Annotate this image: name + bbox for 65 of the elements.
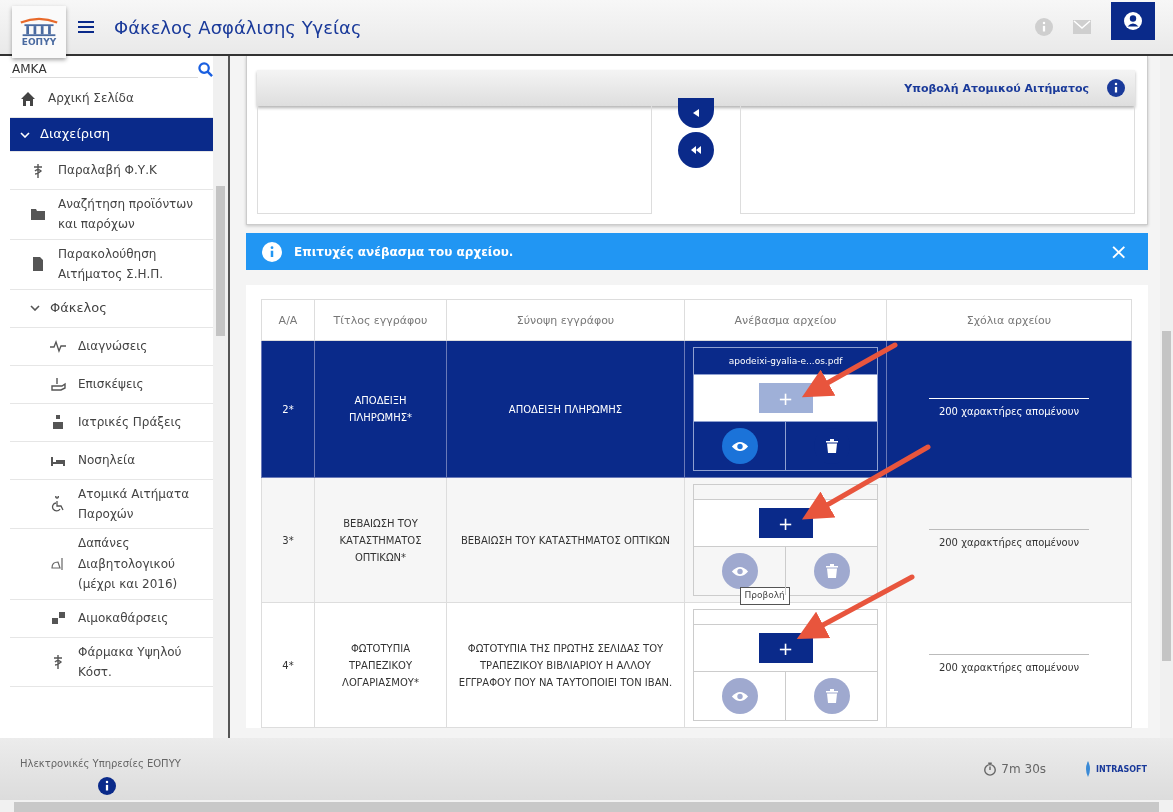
eye-icon (730, 440, 749, 452)
column-header: Τίτλος εγγράφου (314, 299, 447, 341)
move-all-left-button[interactable] (678, 132, 714, 168)
trash-icon (825, 689, 838, 703)
wheelchair-icon (50, 495, 66, 512)
table-row[interactable]: 3* ΒΕΒΑΙΩΣΗ ΤΟΥ ΚΑΤΑΣΤΗΜΑΤΟΣ ΟΠΤΙΚΩΝ* ΒΕΒΑΙΩΣΗ ΤΟΥ ΚΑΤΑΣΤΗΜΑΤΟΣ ΟΠΤΙΚΩΝ + Προβολή 200 χαρακτήρες απομένουν (261, 477, 1132, 603)
info-icon (262, 241, 282, 262)
view-button[interactable] (721, 428, 758, 464)
table-cell: 4* (261, 602, 315, 728)
add-file-button[interactable]: + (758, 633, 813, 663)
add-file-button[interactable]: + (758, 508, 813, 538)
column-header: Ανέβασμα αρχείου (684, 299, 887, 341)
move-left-button[interactable] (678, 98, 714, 128)
horizontal-scrollbar[interactable] (14, 802, 1159, 812)
table-cell: ΒΕΒΑΙΩΣΗ ΤΟΥ ΚΑΤΑΣΤΗΜΑΤΟΣ ΟΠΤΙΚΩΝ* (314, 477, 447, 603)
amka-search-field[interactable]: ΑΜΚΑ (10, 58, 213, 80)
request-title: Υποβολή Ατομικού Αιτήματος (904, 81, 1089, 95)
logo[interactable]: ΕΟΠΥΥ (12, 6, 66, 58)
table-cell: ΑΠΟΔΕΙΞΗ ΠΛΗΡΩΜΗΣ* (314, 340, 447, 478)
columns-logo-icon (19, 17, 59, 37)
table-cell: ΦΩΤΟΤΥΠΙΑ ΤΗΣ ΠΡΩΤΗΣ ΣΕΛΙΔΑΣ ΤΟΥ ΤΡΑΠΕΖΙΚΟΥ ΒΙΒΛΙΑΡΙΟΥ Η ΑΛΛΟΥ ΕΓΓΡΑΦΟΥ ΠΟΥ ΝΑ ΤΑΥΤΟΠΟΙΕΙ ΤΟΝ IBAN. (446, 602, 685, 728)
search-icon[interactable] (198, 61, 213, 77)
folder-icon (30, 206, 46, 223)
table-cell: 3* (261, 477, 315, 603)
tooltip: Προβολή (739, 587, 790, 605)
menu-icon[interactable] (78, 21, 94, 33)
comment-hint[interactable]: 200 χαρακτήρες απομένουν (929, 654, 1089, 676)
leaf-icon (1084, 761, 1093, 777)
brand-logo: INTRASOFT (1084, 761, 1147, 777)
app-title: Φάκελος Ασφάλισης Υγείας (114, 16, 362, 38)
footer-text: Ηλεκτρονικές Υπηρεσίες ΕΟΠΥΥ (20, 757, 181, 769)
double-triangle-left-icon (690, 145, 702, 155)
trash-icon (825, 439, 838, 453)
comment-hint[interactable]: 200 χαρακτήρες απομένουν (929, 398, 1089, 420)
stopwatch-icon (983, 762, 998, 776)
table-cell: ΒΕΒΑΙΩΣΗ ΤΟΥ ΚΑΤΑΣΤΗΜΑΤΟΣ ΟΠΤΙΚΩΝ (446, 477, 685, 603)
eye-icon (730, 690, 749, 702)
home-icon (20, 90, 36, 107)
user-icon (1123, 11, 1143, 31)
user-button[interactable] (1111, 2, 1155, 40)
list-box[interactable] (740, 106, 1135, 214)
table-cell: 2* (261, 340, 315, 478)
scrollbar-thumb[interactable] (1162, 331, 1171, 661)
table-row[interactable]: 2* ΑΠΟΔΕΙΞΗ ΠΛΗΡΩΜΗΣ* ΑΠΟΔΕΙΞΗ ΠΛΗΡΩΜΗΣ apodeixi-gyalia-e...os.pdf + 200 χαρακτήρες απομένουν (261, 340, 1132, 478)
comment-hint[interactable]: 200 χαρακτήρες απομένουν (929, 529, 1089, 551)
trash-icon (825, 564, 838, 578)
scrollbar-thumb[interactable] (216, 186, 225, 336)
logo-text: ΕΟΠΥΥ (21, 37, 57, 47)
session-timer: 7m 30s (1001, 762, 1047, 776)
column-header: Σχόλια αρχείου (886, 299, 1132, 341)
mail-icon[interactable] (1073, 20, 1091, 34)
table-cell: ΦΩΤΟΤΥΠΙΑ ΤΡΑΠΕΖΙΚΟΥ ΛΟΓΑΡΙΑΣΜΟΥ* (314, 602, 447, 728)
column-header: Σύνοψη εγγράφου (446, 299, 685, 341)
info-icon[interactable] (1107, 79, 1125, 97)
table-row[interactable]: 4* ΦΩΤΟΤΥΠΙΑ ΤΡΑΠΕΖΙΚΟΥ ΛΟΓΑΡΙΑΣΜΟΥ* ΦΩΤΟΤΥΠΙΑ ΤΗΣ ΠΡΩΤΗΣ ΣΕΛΙΔΑΣ ΤΟΥ ΤΡΑΠΕΖΙΚΟΥ ΒΙΒΛΙΑΡΙΟΥ Η ΑΛΛΟΥ ΕΓΓΡΑΦΟΥ ΠΟΥ ΝΑ ΤΑΥΤΟΠΟΙΕΙ ΤΟΝ IBAN. + 200 χαρακτήρες απομένουν (261, 602, 1132, 728)
alert-message: Επιτυχές ανέβασμα του αρχείου. (294, 244, 515, 259)
file-icon (30, 256, 46, 273)
sidebar-item[interactable]: Διαχείριση (10, 118, 213, 152)
list-box[interactable] (257, 106, 652, 214)
info-icon[interactable] (98, 776, 116, 795)
table-cell: ΑΠΟΔΕΙΞΗ ΠΛΗΡΩΜΗΣ (446, 340, 685, 478)
pulse-icon (50, 338, 66, 355)
column-header: Α/Α (261, 299, 315, 341)
triangle-left-icon (691, 108, 701, 118)
eye-icon (730, 565, 749, 577)
